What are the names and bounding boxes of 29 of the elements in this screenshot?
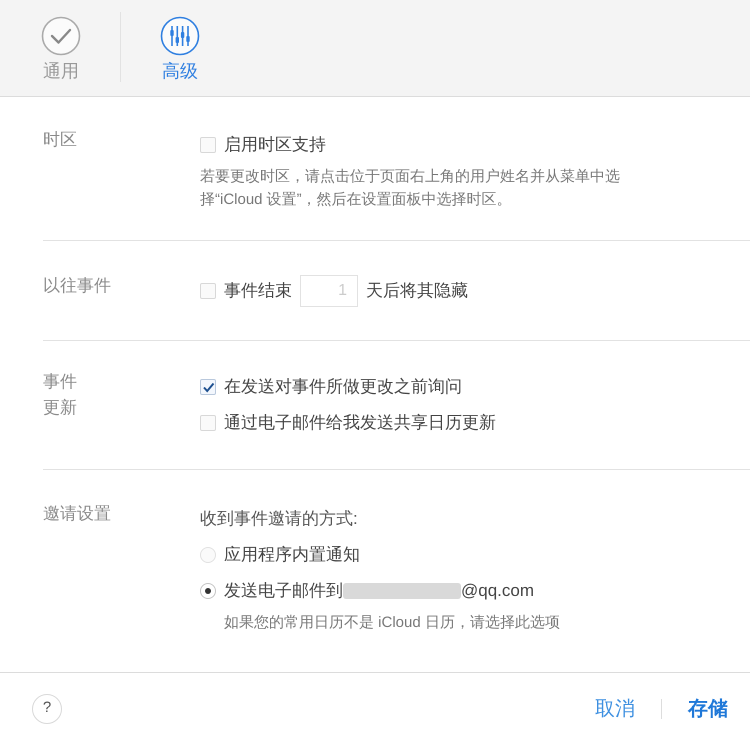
section-label: 时区 xyxy=(43,129,78,151)
email-address: @qq.com xyxy=(461,580,534,602)
section-label: 更新 xyxy=(43,397,78,419)
radio-label: 发送电子邮件到 xyxy=(224,580,343,602)
save-button[interactable]: 存储 xyxy=(688,694,728,724)
check-icon xyxy=(41,16,81,56)
checkbox-label: 通过电子邮件给我发送共享日历更新 xyxy=(224,412,496,434)
tab[interactable]: 高级 xyxy=(141,16,219,83)
checkbox[interactable] xyxy=(200,379,216,395)
checkbox-label: 事件结束 xyxy=(224,280,292,302)
checkbox[interactable] xyxy=(200,283,216,299)
days-label: 天后将其隐藏 xyxy=(366,280,468,302)
checkbox[interactable] xyxy=(200,415,216,431)
section-label: 邀请设置 xyxy=(43,503,112,525)
cancel-button[interactable]: 取消 xyxy=(595,694,635,724)
checkbox[interactable] xyxy=(200,137,216,153)
radio-button[interactable] xyxy=(200,583,216,599)
checkbox-label: 在发送对事件所做更改之前询问 xyxy=(224,376,462,398)
help-button[interactable]: ? xyxy=(32,694,62,724)
checkbox-label: 启用时区支持 xyxy=(224,134,326,156)
hint-text: 若要更改时区，请点击位于页面右上角的用户姓名并从菜单中选择“iCloud 设置”，然后在设置面板中选择时区。 xyxy=(200,167,621,210)
section-label: 事件 xyxy=(43,371,78,393)
sliders-icon xyxy=(160,16,200,56)
radio-label: 应用程序内置通知 xyxy=(224,544,360,566)
prompt-text: 收到事件邀请的方式: xyxy=(200,508,358,530)
hint-text: 如果您的常用日历不是 iCloud 日历，请选择此选项 xyxy=(223,613,560,633)
section-label: 以往事件 xyxy=(43,275,112,297)
radio-button[interactable] xyxy=(200,547,216,563)
tab[interactable]: 通用 xyxy=(22,16,100,83)
